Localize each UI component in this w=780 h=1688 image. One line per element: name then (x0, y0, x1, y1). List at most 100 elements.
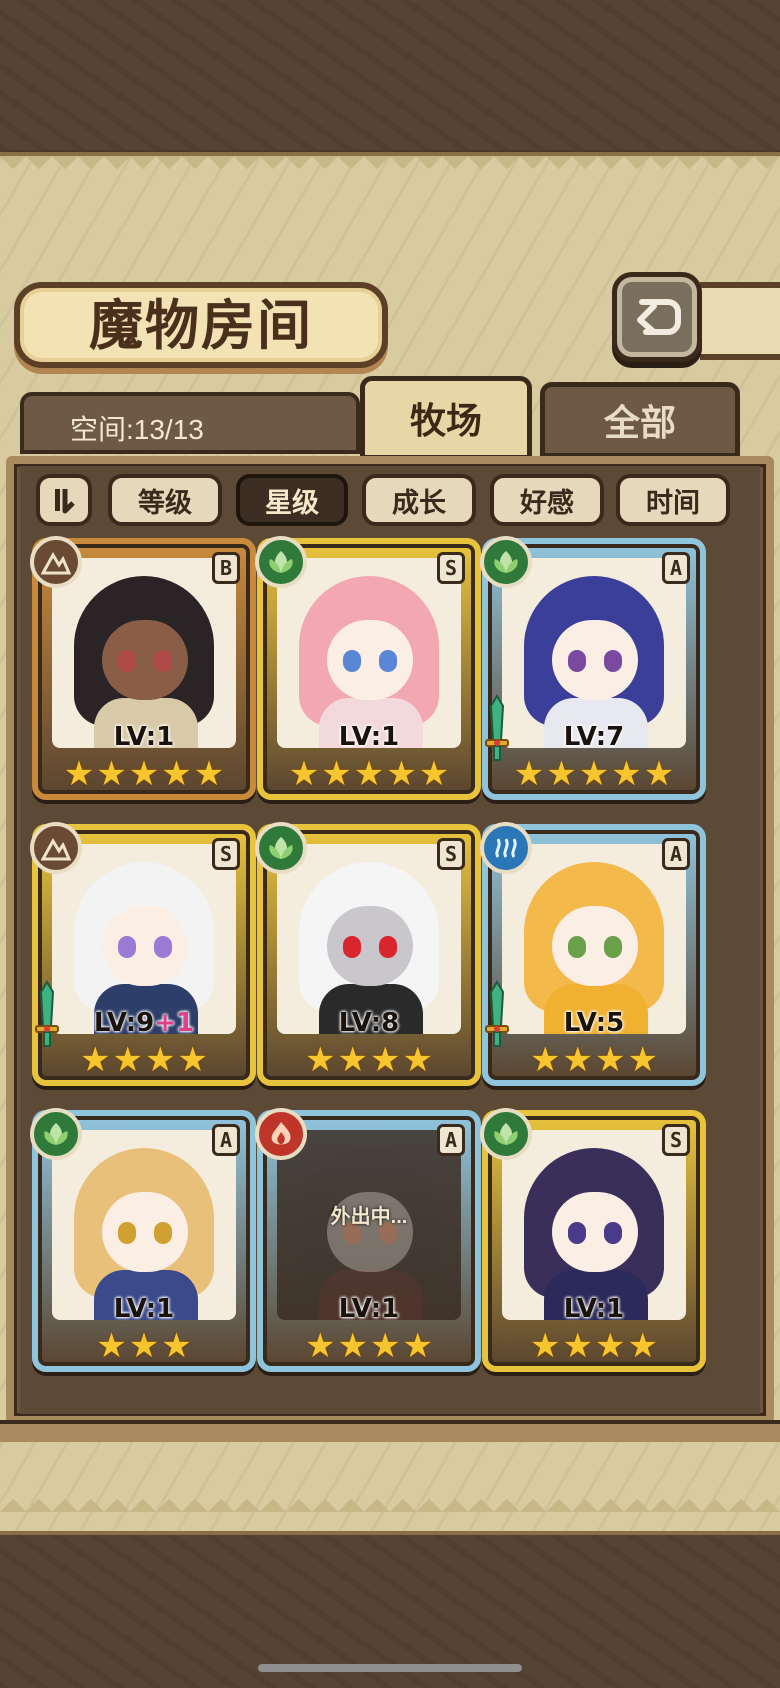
sort-order-icon (55, 489, 75, 514)
star-icon: ★ (128, 754, 160, 794)
star-icon: ★ (513, 754, 545, 794)
zigzag-bottom-trim (0, 1486, 780, 1512)
star-rating: ★ ★ ★ ★ (263, 1040, 475, 1080)
monster-level: LV:1 (38, 722, 250, 752)
monster-portrait (52, 558, 236, 748)
star-icon: ★ (96, 754, 127, 794)
monster-eye (118, 650, 136, 672)
level-text: LV:1 (338, 1294, 400, 1324)
monster-level: LV:5 (488, 1008, 700, 1038)
star-icon: ★ (578, 754, 610, 794)
star-icon: ★ (595, 1040, 626, 1080)
monster-card[interactable]: S LV:1 ★ ★ ★ ★ ★ (255, 536, 481, 800)
level-text: LV:7 (563, 722, 625, 752)
sort-affection-button[interactable]: 好感 (490, 474, 604, 526)
sort-order-toggle-button[interactable] (36, 474, 92, 526)
away-status-label: 外出中... (330, 1206, 408, 1228)
tab-all[interactable]: 全部 (540, 382, 740, 458)
star-icon: ★ (96, 1326, 127, 1366)
monster-face (102, 620, 188, 700)
star-rating: ★ ★ ★ ★ ★ (38, 754, 250, 794)
monster-card[interactable]: A LV:1 ★ ★ ★ (30, 1108, 256, 1372)
monster-portrait (502, 1130, 686, 1320)
monster-eye (154, 936, 172, 958)
star-icon: ★ (627, 1040, 658, 1080)
monster-face (327, 620, 413, 700)
monster-card[interactable]: S LV:9+1 ★ ★ ★ ★ (30, 822, 256, 1086)
rank-badge: B (212, 552, 240, 584)
monster-eye (568, 1222, 586, 1244)
star-rating: ★ ★ ★ ★ ★ (488, 754, 700, 794)
monster-card[interactable]: S LV:1 ★ ★ ★ ★ (480, 1108, 706, 1372)
star-icon: ★ (177, 1040, 208, 1080)
leaf-icon (255, 822, 307, 874)
monster-face (102, 906, 188, 986)
monster-face (327, 906, 413, 986)
sort-star-button[interactable]: 星级 (236, 474, 348, 526)
monster-card[interactable]: S LV:8 ★ ★ ★ ★ (255, 822, 481, 1086)
level-text: LV:8 (338, 1008, 400, 1038)
rank-badge: S (437, 552, 465, 584)
top-background (0, 0, 780, 150)
space-capacity-label: 空间:13/13 (70, 414, 204, 445)
level-text: LV:1 (113, 722, 175, 752)
star-icon: ★ (145, 1040, 176, 1080)
star-rating: ★ ★ ★ (38, 1326, 250, 1366)
rank-badge: S (437, 838, 465, 870)
monster-portrait (52, 1130, 236, 1320)
star-icon: ★ (595, 1326, 626, 1366)
sort-time-button[interactable]: 时间 (616, 474, 730, 526)
back-button[interactable] (612, 272, 702, 362)
star-icon: ★ (562, 1040, 593, 1080)
monster-level: LV:1 (263, 722, 475, 752)
mountain-icon (30, 536, 82, 588)
monster-eye (379, 650, 397, 672)
monster-card[interactable]: A LV:7 ★ ★ ★ ★ ★ (480, 536, 706, 800)
sort-growth-button[interactable]: 成长 (362, 474, 476, 526)
monster-eye (604, 650, 622, 672)
monster-eye (118, 1222, 136, 1244)
leaf-icon (255, 536, 307, 588)
monster-level: LV:1 (263, 1294, 475, 1324)
space-capacity-bar: 空间:13/13 (20, 392, 360, 454)
star-rating: ★ ★ ★ ★ ★ (263, 754, 475, 794)
return-arrow-icon (637, 299, 681, 335)
star-icon: ★ (337, 1326, 368, 1366)
star-icon: ★ (161, 1326, 192, 1366)
monster-eye (343, 936, 361, 958)
leaf-icon (480, 536, 532, 588)
leaf-icon (480, 1108, 532, 1160)
monster-card[interactable]: A LV:5 ★ ★ ★ ★ (480, 822, 706, 1086)
star-icon: ★ (386, 754, 417, 794)
mountain-icon (30, 822, 82, 874)
sort-level-button[interactable]: 等级 (108, 474, 222, 526)
monster-portrait (52, 844, 236, 1034)
star-icon: ★ (321, 754, 352, 794)
star-icon: ★ (546, 754, 577, 794)
star-rating: ★ ★ ★ ★ (488, 1326, 700, 1366)
rank-badge: S (212, 838, 240, 870)
level-text: LV:5 (563, 1008, 625, 1038)
star-icon: ★ (611, 754, 642, 794)
rank-badge: A (212, 1124, 240, 1156)
leaf-icon (30, 1108, 82, 1160)
monster-card[interactable]: B LV:1 ★ ★ ★ ★ ★ (30, 536, 256, 800)
monster-eye (343, 650, 361, 672)
star-rating: ★ ★ ★ ★ (488, 1040, 700, 1080)
monster-level: LV:9+1 (38, 1008, 250, 1038)
star-icon: ★ (193, 754, 225, 794)
star-icon: ★ (128, 1326, 160, 1366)
star-icon: ★ (643, 754, 675, 794)
home-indicator[interactable] (258, 1664, 522, 1672)
page-title: 魔物房间 (89, 293, 313, 357)
monster-face (552, 906, 638, 986)
star-icon: ★ (402, 1326, 433, 1366)
monster-portrait (277, 558, 461, 748)
title-plate: 魔物房间 (14, 282, 388, 368)
flame-icon (255, 1108, 307, 1160)
tab-ranch[interactable]: 牧场 (360, 376, 532, 460)
monster-card[interactable]: A 外出中... LV:1 ★ ★ ★ ★ (255, 1108, 481, 1372)
rank-badge: A (437, 1124, 465, 1156)
star-icon: ★ (305, 1326, 336, 1366)
level-bonus: +1 (154, 1008, 195, 1038)
